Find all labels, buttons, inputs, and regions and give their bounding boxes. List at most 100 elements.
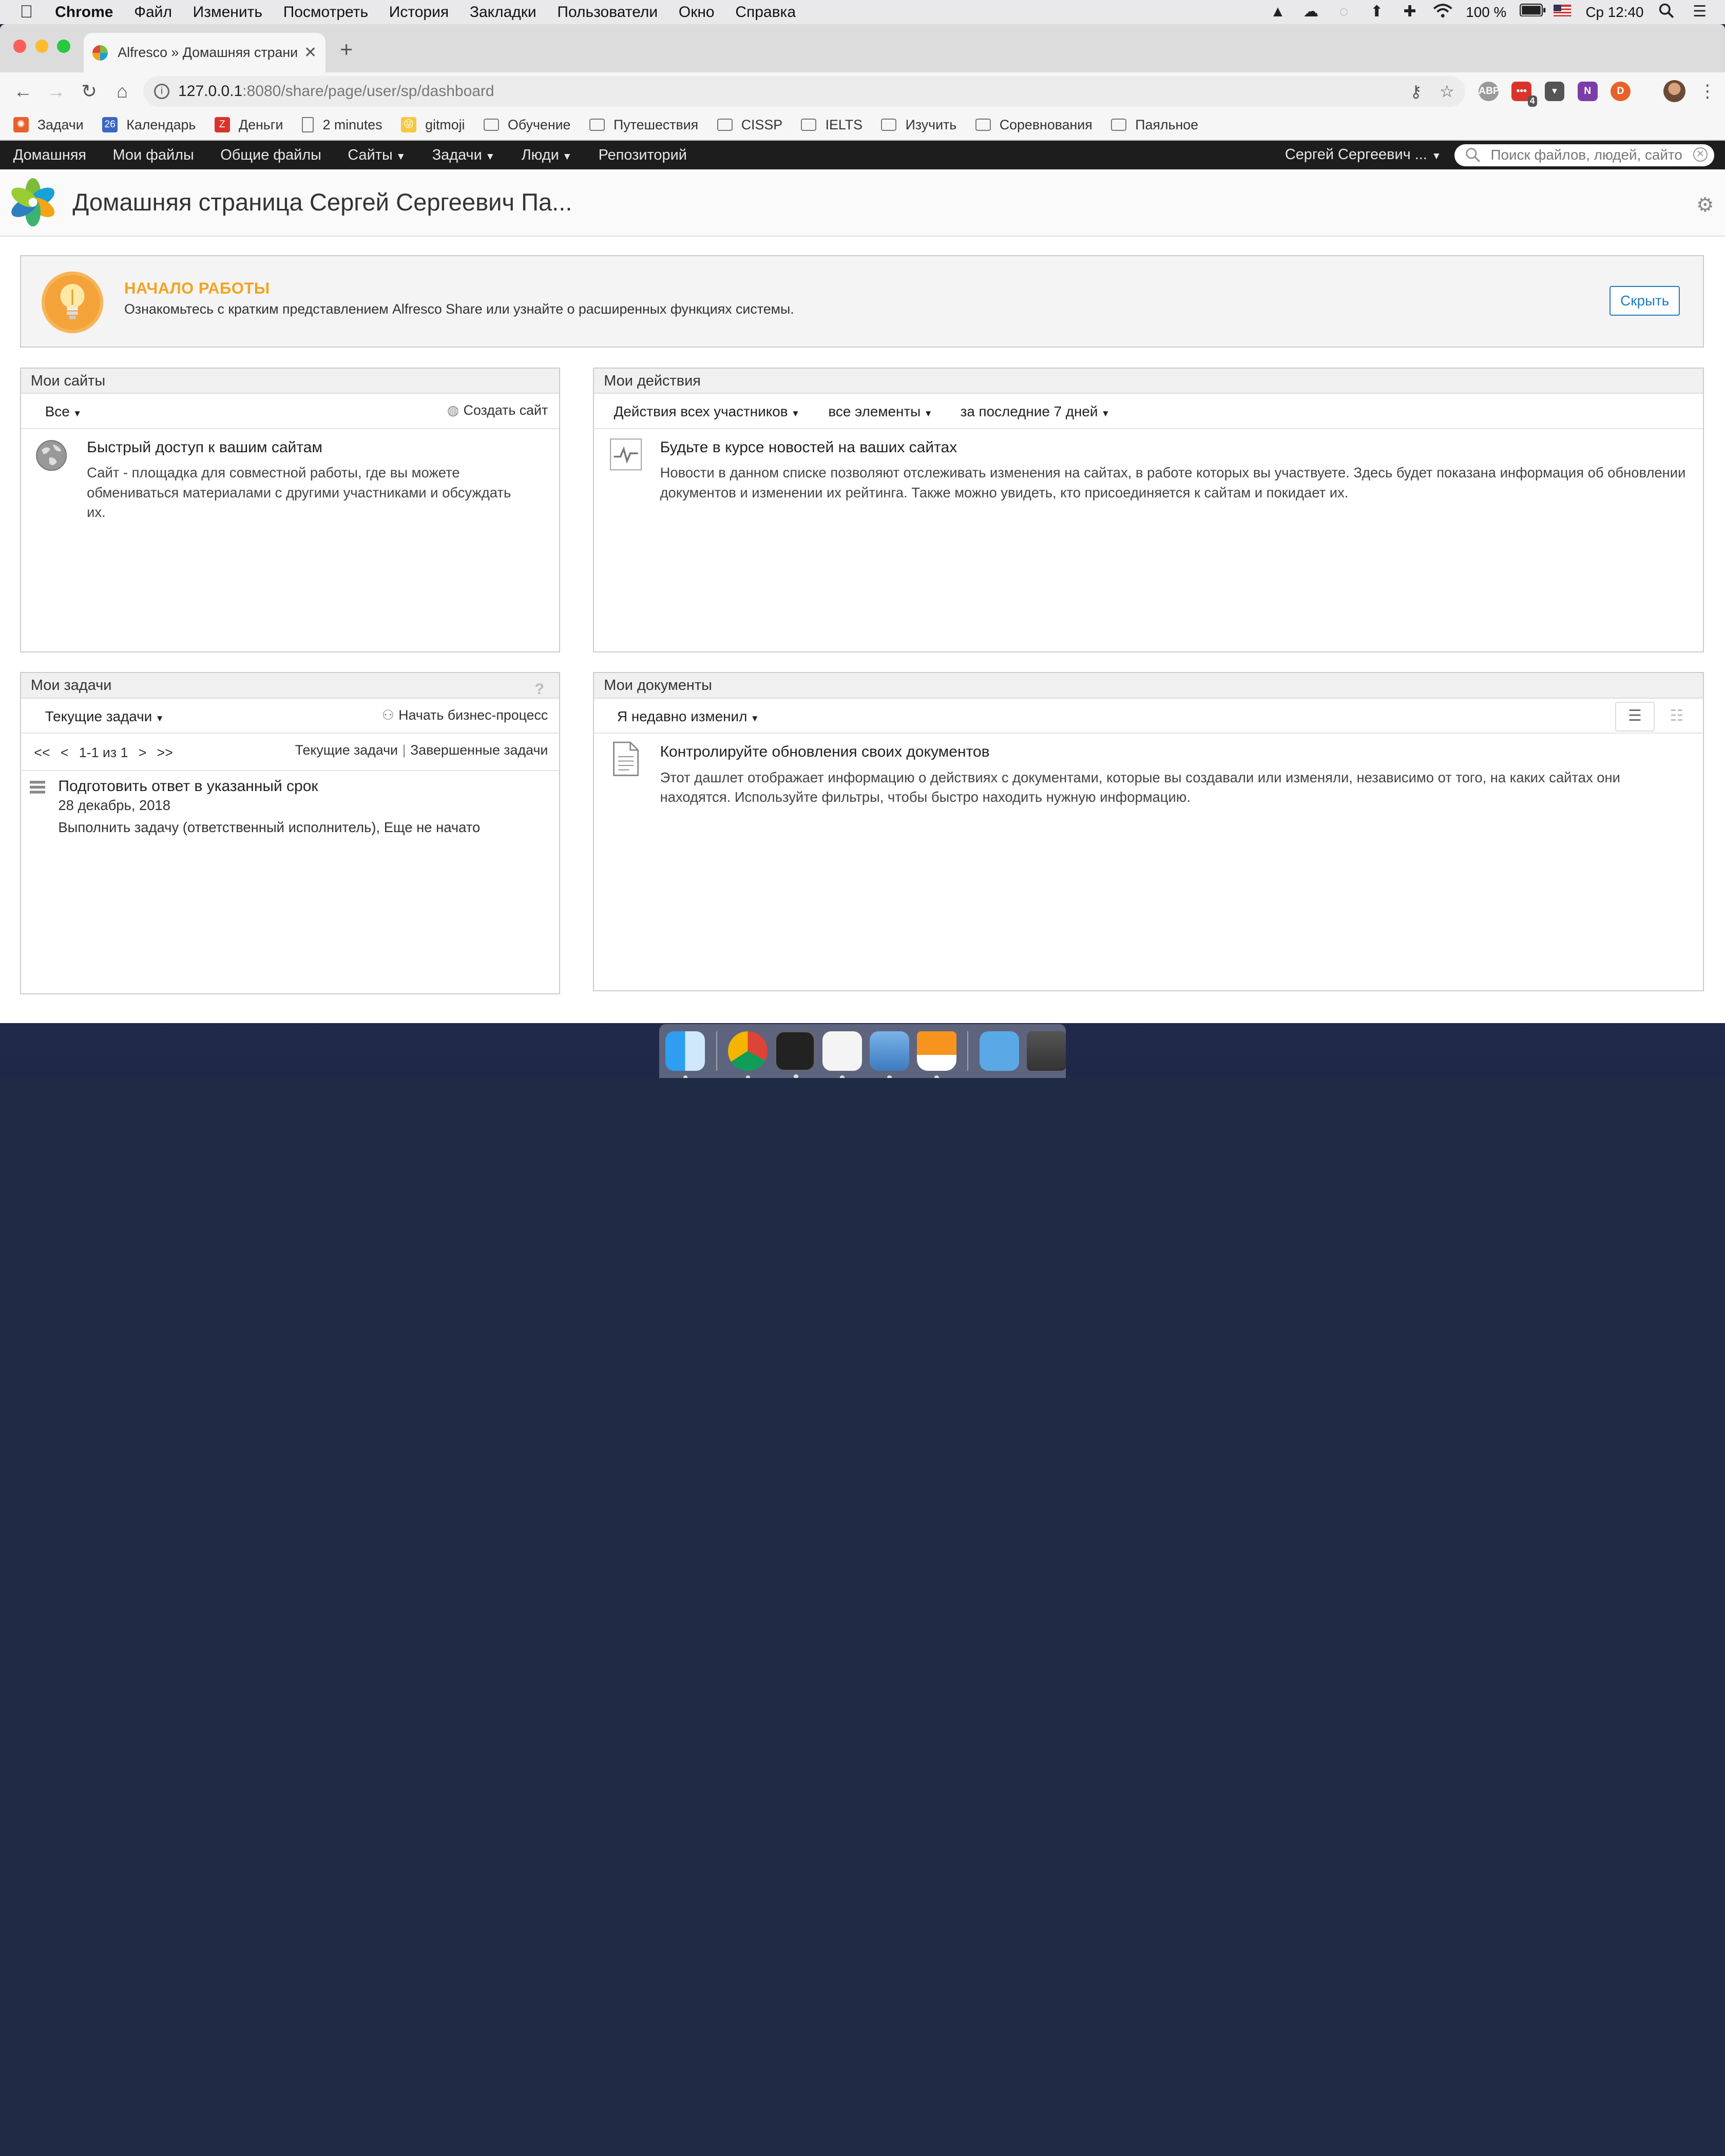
- activities-what-dropdown[interactable]: все элементы ▼: [828, 403, 932, 420]
- address-bar[interactable]: i 127.0.0.1:8080/share/page/user/sp/dash…: [143, 75, 1466, 107]
- vlc-icon[interactable]: [916, 1031, 956, 1078]
- nav-shared-files[interactable]: Общие файлы: [220, 147, 321, 164]
- simple-view-toggle[interactable]: ☰: [1615, 701, 1655, 732]
- menu-view[interactable]: Посмотреть: [283, 4, 368, 21]
- menu-bookmarks[interactable]: Закладки: [470, 4, 536, 21]
- alfresco-logo-icon[interactable]: [9, 178, 57, 227]
- chrome-menu-icon[interactable]: ⋮: [1699, 81, 1716, 102]
- nav-my-files[interactable]: Мои файлы: [113, 147, 194, 164]
- onenote-extension-icon[interactable]: N: [1577, 81, 1598, 102]
- bookmark-item[interactable]: 2 minutes: [301, 117, 382, 133]
- maximize-window-button[interactable]: [57, 40, 71, 53]
- start-workflow-button[interactable]: ⚇ Начать бизнес-процесс: [382, 707, 548, 723]
- notification-center-icon[interactable]: ☰: [1690, 3, 1710, 21]
- nav-home[interactable]: Домашняя: [13, 147, 86, 164]
- bookmark-item[interactable]: ✺ Задачи: [13, 117, 84, 133]
- user-menu[interactable]: Сергей Сергеевич ... ▼: [1285, 141, 1442, 171]
- text-editor-icon[interactable]: [822, 1031, 862, 1078]
- bookmark-item[interactable]: Z Деньги: [214, 117, 283, 133]
- password-key-icon[interactable]: ⚷: [1410, 82, 1422, 101]
- bookmark-folder[interactable]: Паяльное: [1111, 117, 1198, 133]
- bookmark-item[interactable]: 26 Календарь: [102, 117, 196, 133]
- tab-completed-tasks[interactable]: Завершенные задачи: [410, 742, 548, 758]
- trash-icon[interactable]: [1026, 1031, 1066, 1071]
- tasks-title: Мои задачи: [30, 677, 112, 694]
- new-tab-button[interactable]: +: [340, 37, 353, 63]
- duckduckgo-extension-icon[interactable]: D: [1611, 81, 1631, 102]
- nav-people[interactable]: Люди ▼: [522, 147, 572, 164]
- create-site-button[interactable]: ◍ Создать сайт: [447, 402, 548, 418]
- bookmark-star-icon[interactable]: ☆: [1440, 82, 1454, 101]
- cloud-icon[interactable]: ☁: [1301, 3, 1321, 21]
- tab-current-tasks[interactable]: Текущие задачи: [295, 742, 398, 758]
- menu-edit[interactable]: Изменить: [193, 4, 262, 21]
- nav-repository[interactable]: Репозиторий: [599, 147, 687, 164]
- chrome-icon[interactable]: [728, 1031, 768, 1078]
- menu-window[interactable]: Окно: [679, 4, 715, 21]
- profile-avatar[interactable]: [1663, 80, 1685, 103]
- reload-icon[interactable]: ↻: [72, 80, 105, 102]
- spotlight-search-icon[interactable]: [1657, 3, 1677, 21]
- terminal-icon[interactable]: [775, 1031, 815, 1078]
- last-page-button[interactable]: >>: [157, 745, 173, 760]
- us-flag-icon[interactable]: [1552, 3, 1573, 21]
- home-icon[interactable]: ⌂: [106, 81, 139, 102]
- bookmark-folder[interactable]: CISSP: [717, 117, 782, 133]
- medical-cross-icon[interactable]: ✚: [1400, 3, 1420, 21]
- preview-icon[interactable]: [869, 1031, 909, 1078]
- close-window-button[interactable]: [13, 40, 27, 53]
- tasks-icon: ✺: [13, 117, 29, 133]
- menu-file[interactable]: Файл: [134, 4, 172, 21]
- bookmark-item[interactable]: 😜 gitmoji: [401, 117, 465, 133]
- tab-close-icon[interactable]: ✕: [304, 44, 317, 62]
- activities-who-dropdown[interactable]: Действия всех участников ▼: [614, 403, 800, 420]
- battery-percent[interactable]: 100 %: [1466, 4, 1506, 21]
- first-page-button[interactable]: <<: [34, 745, 50, 760]
- clear-search-icon[interactable]: ✕: [1693, 147, 1708, 162]
- clock[interactable]: Ср 12:40: [1585, 4, 1643, 21]
- bookmark-folder[interactable]: Путешествия: [589, 117, 698, 133]
- bookmark-folder[interactable]: Изучить: [881, 117, 956, 133]
- gear-icon[interactable]: ⚙: [1696, 194, 1714, 217]
- dashlet-title: Мои сайты: [21, 368, 559, 394]
- dashlet-toolbar: Текущие задачи ▼ ⚇ Начать бизнес-процесс: [21, 699, 559, 734]
- activities-when-dropdown[interactable]: за последние 7 дней ▼: [961, 403, 1110, 420]
- apple-icon[interactable]: : [20, 2, 40, 22]
- back-arrow-icon[interactable]: ←: [7, 81, 40, 102]
- nav-tasks[interactable]: Задачи ▼: [432, 147, 495, 164]
- bookmark-folder[interactable]: IELTS: [801, 117, 862, 133]
- documents-filter-dropdown[interactable]: Я недавно изменил ▼: [617, 708, 759, 725]
- menu-app-name[interactable]: Chrome: [55, 4, 113, 21]
- todo-extension-icon[interactable]: ••• 4: [1511, 81, 1537, 107]
- next-page-button[interactable]: >: [139, 745, 147, 760]
- detailed-view-toggle[interactable]: ☷: [1657, 702, 1696, 732]
- my-tasks-dashlet: Мои задачи? Текущие задачи ▼ ⚇ Начать бизн…: [20, 672, 560, 995]
- minimize-window-button[interactable]: [35, 40, 49, 53]
- forward-arrow-icon[interactable]: →: [40, 81, 72, 102]
- wifi-icon[interactable]: [1433, 3, 1453, 21]
- menu-history[interactable]: История: [389, 4, 449, 21]
- battery-icon[interactable]: [1519, 3, 1546, 21]
- adblock-extension-icon[interactable]: ABP: [1479, 81, 1500, 102]
- app-search-input[interactable]: Поиск файлов, людей, сайто ✕: [1454, 144, 1714, 166]
- site-info-icon[interactable]: i: [154, 83, 169, 99]
- finder-icon[interactable]: [665, 1031, 705, 1078]
- menu-help[interactable]: Справка: [735, 4, 796, 21]
- my-sites-dashlet: Мои сайты Все ▼ ◍ Создать сайт Быстрый дос…: [20, 367, 560, 652]
- vlc-status-icon[interactable]: ▲: [1268, 3, 1288, 21]
- task-title-link[interactable]: Подготовить ответ в указанный срок: [58, 778, 318, 795]
- hide-button[interactable]: Скрыть: [1609, 285, 1680, 316]
- nav-sites[interactable]: Сайты ▼: [348, 147, 406, 164]
- bookmark-folder[interactable]: Обучение: [483, 117, 570, 133]
- upload-icon[interactable]: ⬆: [1367, 3, 1387, 21]
- help-icon[interactable]: ?: [535, 677, 550, 698]
- sites-filter-dropdown[interactable]: Все ▼: [45, 403, 82, 420]
- prev-page-button[interactable]: <: [61, 745, 69, 760]
- browser-tab-active[interactable]: Alfresco » Домашняя страни ✕: [83, 33, 326, 73]
- downloads-folder-icon[interactable]: [979, 1031, 1019, 1071]
- bookmark-folder[interactable]: Соревнования: [975, 117, 1092, 133]
- pocket-extension-icon[interactable]: ▾: [1544, 81, 1565, 102]
- sync-icon[interactable]: ◌: [1334, 3, 1354, 21]
- menu-users[interactable]: Пользователи: [557, 4, 658, 21]
- tasks-filter-dropdown[interactable]: Текущие задачи ▼: [45, 708, 164, 725]
